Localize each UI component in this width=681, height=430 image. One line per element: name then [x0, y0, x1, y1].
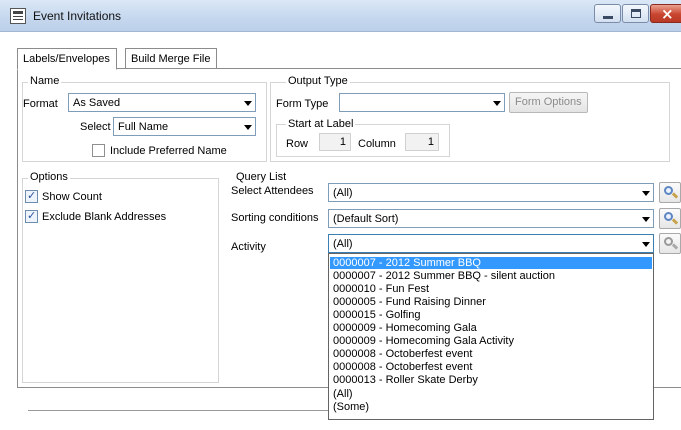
chevron-down-icon — [642, 217, 650, 222]
dropdown-option[interactable]: 0000015 - Golfing — [330, 309, 652, 321]
dropdown-option[interactable]: 0000013 - Roller Skate Derby — [330, 374, 652, 386]
attendees-select[interactable]: (All) — [328, 183, 654, 202]
include-preferred-label: Include Preferred Name — [110, 145, 227, 157]
exclude-blank-label: Exclude Blank Addresses — [42, 211, 167, 223]
select-label: Select — [80, 121, 111, 133]
format-select[interactable]: As Saved — [68, 93, 256, 112]
exclude-blank-checkbox[interactable]: ✓ — [25, 210, 38, 223]
dropdown-option[interactable]: 0000007 - 2012 Summer BBQ — [330, 257, 652, 269]
name-select-value: Full Name — [118, 121, 169, 133]
tab-build-merge-file[interactable]: Build Merge File — [125, 48, 218, 69]
chevron-down-icon — [244, 125, 252, 130]
close-icon: × — [661, 5, 674, 23]
query-list-legend: Query List — [234, 171, 289, 183]
minimize-icon — [603, 16, 613, 19]
maximize-button[interactable] — [622, 4, 649, 23]
dropdown-option[interactable]: (All) — [330, 388, 652, 400]
start-at-label-legend: Start at Label — [286, 118, 356, 130]
tab-labels-envelopes[interactable]: Labels/Envelopes — [17, 48, 117, 70]
app-icon — [10, 8, 26, 24]
check-icon: ✓ — [27, 190, 37, 202]
name-legend: Name — [28, 75, 62, 87]
column-label: Column — [358, 138, 396, 150]
chevron-down-icon — [493, 101, 501, 106]
maximize-icon — [631, 9, 641, 18]
activity-label: Activity — [231, 241, 266, 253]
format-label: Format — [23, 98, 58, 110]
sorting-value: (Default Sort) — [333, 213, 399, 225]
check-icon: ✓ — [27, 210, 37, 222]
form-type-label: Form Type — [276, 98, 329, 110]
dropdown-option[interactable]: 0000009 - Homecoming Gala Activity — [330, 335, 652, 347]
show-count-checkbox[interactable]: ✓ — [25, 190, 38, 203]
close-button[interactable]: × — [650, 4, 681, 23]
row-input[interactable]: 1 — [319, 133, 351, 151]
include-preferred-checkbox[interactable] — [92, 144, 105, 157]
dropdown-option[interactable]: 0000010 - Fun Fest — [330, 283, 652, 295]
format-value: As Saved — [73, 97, 121, 109]
options-group — [22, 178, 219, 383]
dropdown-option[interactable]: 0000005 - Fund Raising Dinner — [330, 296, 652, 308]
activity-select[interactable]: (All) — [328, 234, 654, 253]
chevron-down-icon — [642, 191, 650, 196]
activity-value: (All) — [333, 238, 353, 250]
attendees-value: (All) — [333, 187, 353, 199]
dropdown-option[interactable]: 0000008 - Octoberfest event — [330, 348, 652, 360]
options-legend: Options — [28, 171, 70, 183]
form-options-button[interactable]: Form Options — [509, 92, 588, 113]
sorting-conditions-label: Sorting conditions — [231, 212, 319, 224]
dropdown-option[interactable]: 0000008 - Octoberfest event — [330, 361, 652, 373]
column-input[interactable]: 1 — [405, 133, 439, 151]
activity-search-button[interactable] — [659, 233, 681, 254]
form-type-select[interactable] — [339, 93, 505, 112]
attendees-search-button[interactable] — [659, 182, 681, 203]
minimize-button[interactable] — [594, 4, 621, 23]
title-bar[interactable]: Event Invitations × — [0, 0, 681, 32]
window-title: Event Invitations — [33, 9, 122, 23]
dropdown-option[interactable]: 0000009 - Homecoming Gala — [330, 322, 652, 334]
row-label: Row — [286, 138, 309, 150]
select-attendees-label: Select Attendees — [231, 185, 314, 197]
dropdown-option[interactable]: 0000007 - 2012 Summer BBQ - silent aucti… — [330, 270, 652, 282]
chevron-down-icon — [642, 242, 650, 247]
sorting-select[interactable]: (Default Sort) — [328, 209, 654, 228]
dropdown-option[interactable]: (Some) — [330, 401, 652, 413]
activity-dropdown-list[interactable]: 0000007 - 2012 Summer BBQ 0000007 - 2012… — [328, 253, 654, 420]
show-count-label: Show Count — [42, 191, 102, 203]
output-type-legend: Output Type — [286, 75, 350, 87]
chevron-down-icon — [244, 101, 252, 106]
divider — [28, 410, 328, 411]
name-select[interactable]: Full Name — [113, 117, 256, 136]
sorting-search-button[interactable] — [659, 208, 681, 229]
